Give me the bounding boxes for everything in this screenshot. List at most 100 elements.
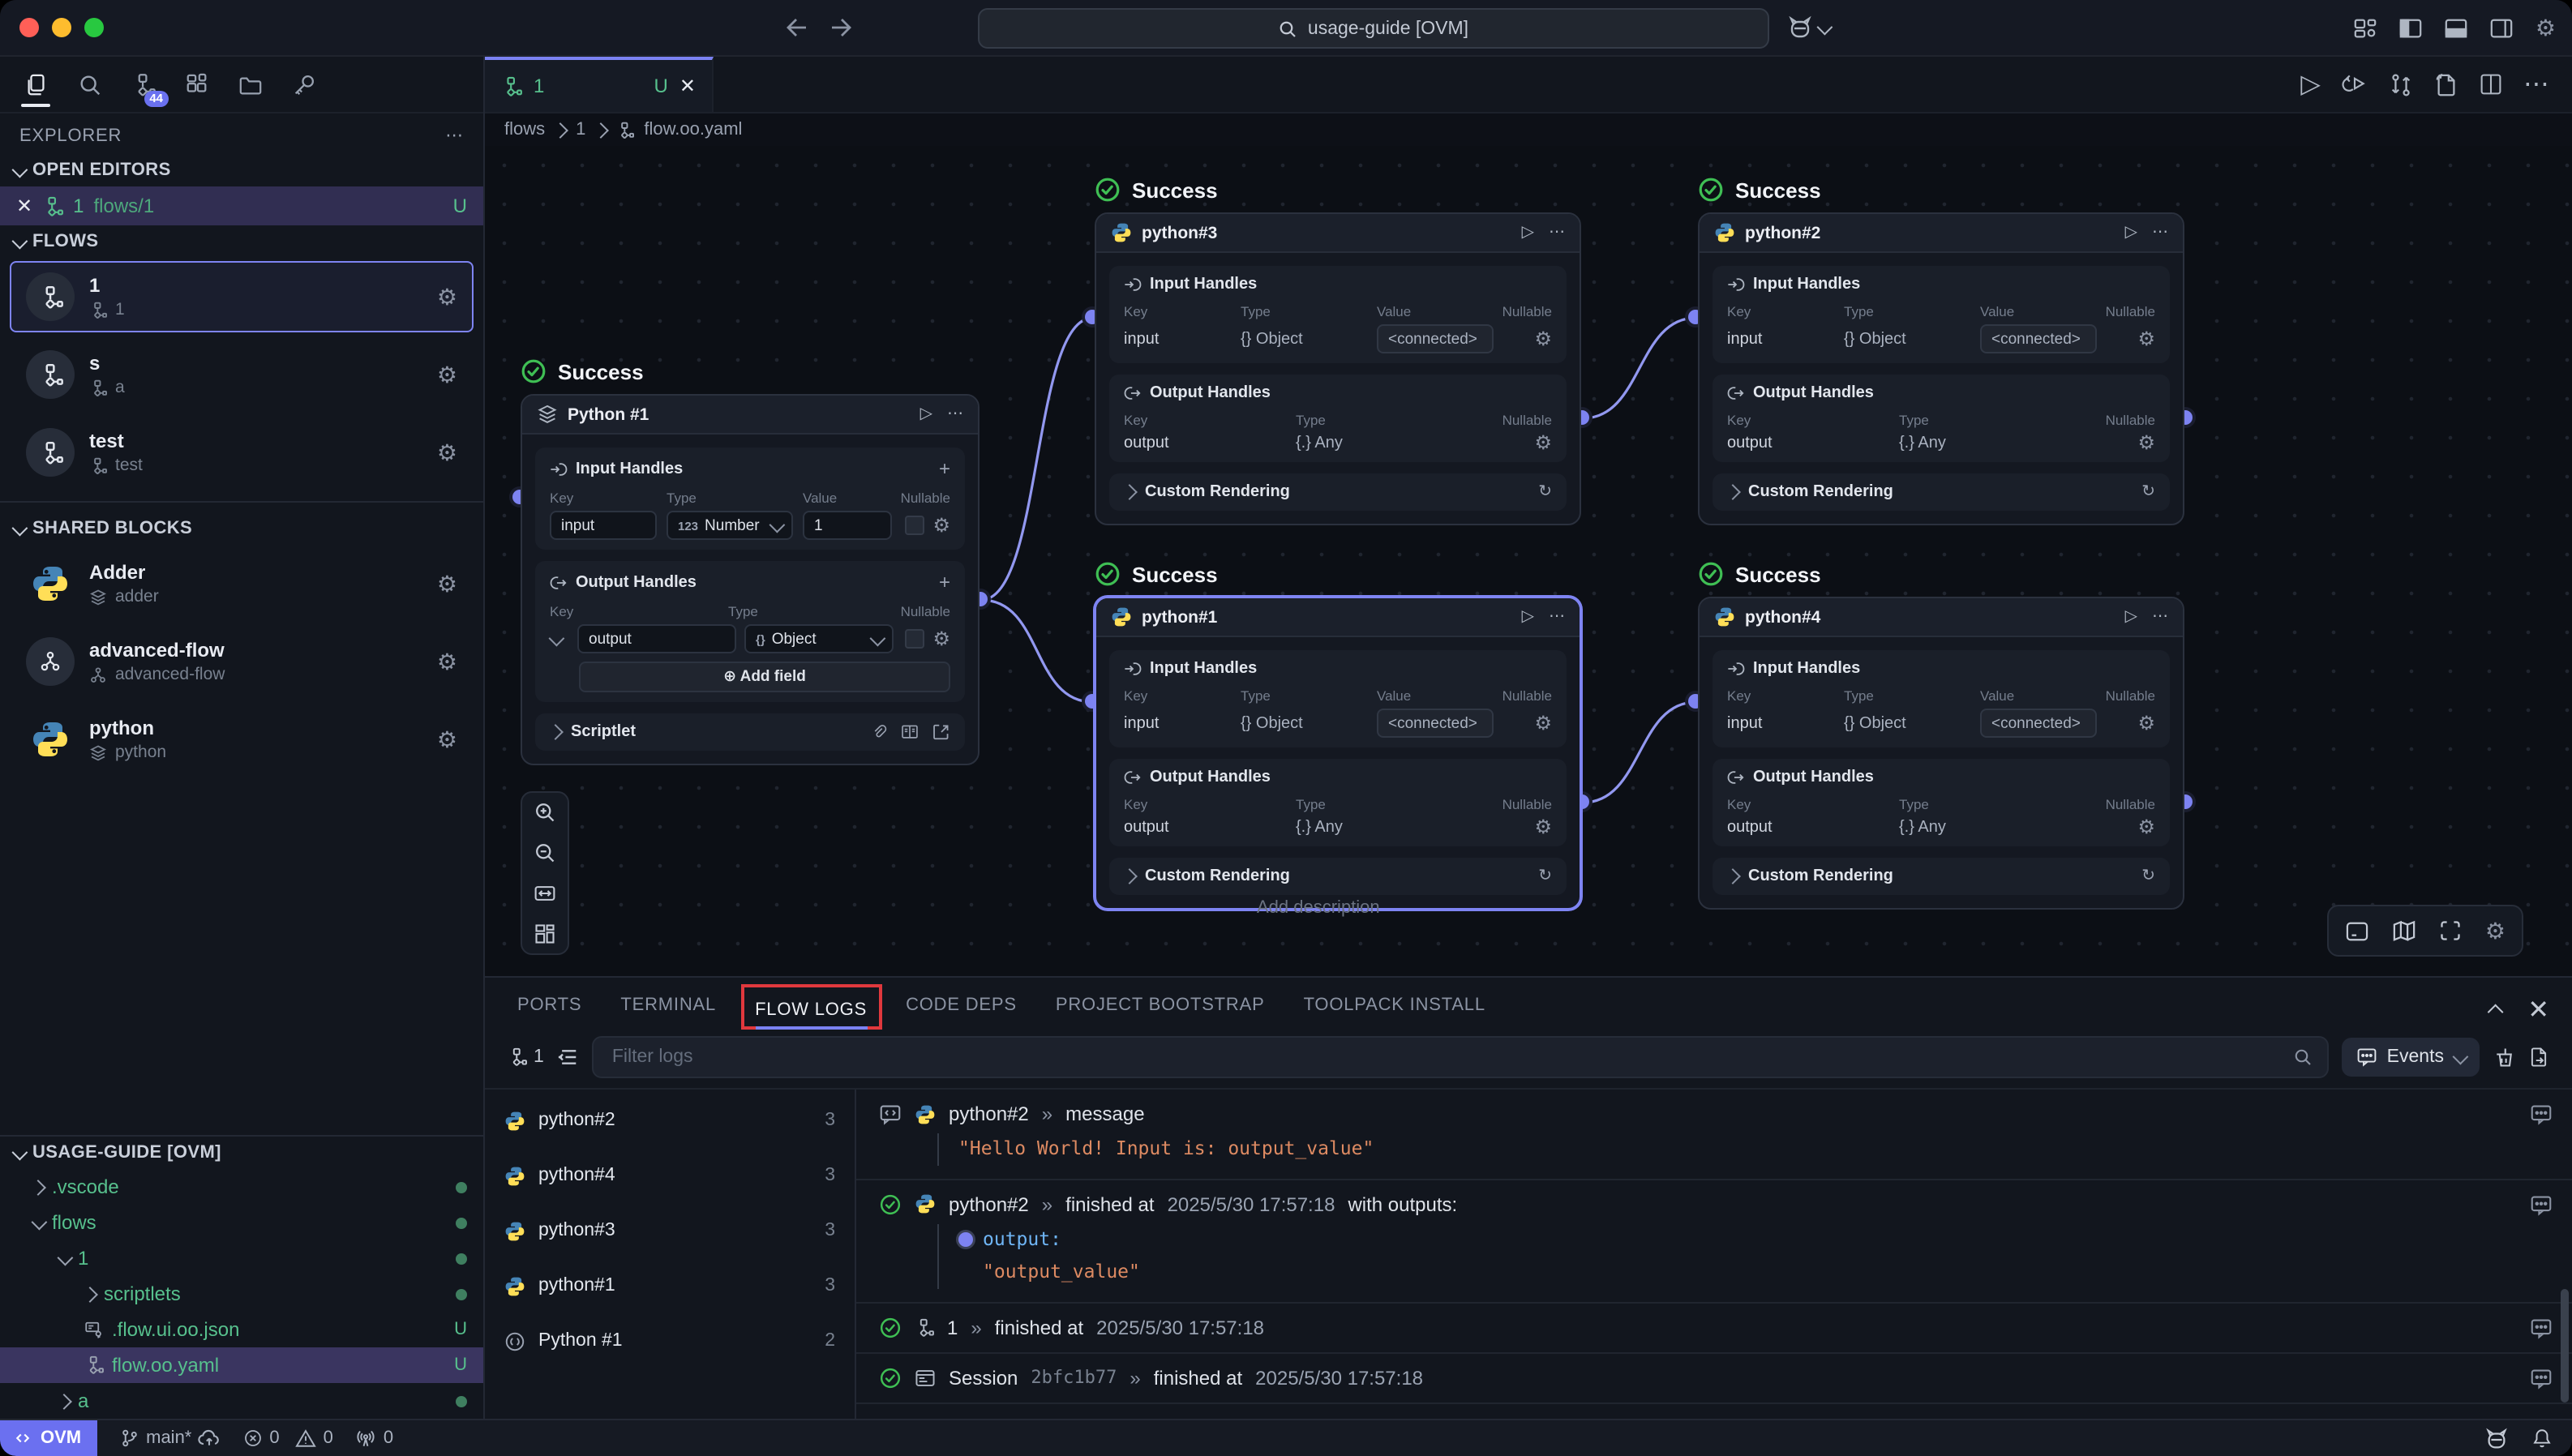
node-more-icon[interactable]: ⋯ [2152, 224, 2168, 242]
flow-item-test[interactable]: test test ⚙ [10, 417, 474, 488]
node-header[interactable]: python#4 ▷⋯ [1700, 598, 2183, 637]
folder-activity-icon[interactable] [230, 62, 269, 107]
node-more-icon[interactable]: ⋯ [947, 405, 963, 423]
output-key-field[interactable]: output [577, 624, 736, 653]
tree-item-1[interactable]: 1 [0, 1240, 483, 1276]
handle-settings-icon[interactable]: ⚙ [1534, 713, 1552, 733]
ports-status[interactable]: 0 [356, 1428, 393, 1448]
output-type-dropdown[interactable]: {}Object [744, 624, 894, 653]
tab-flow-logs[interactable]: FLOW LOGS [755, 1000, 867, 1030]
flows-activity-icon[interactable]: 44 [123, 62, 162, 107]
log-source-python4[interactable]: python#43 [485, 1148, 855, 1203]
flow-node-python2[interactable]: python#2 ▷⋯ Input Handles KeyTypeValueNu… [1698, 212, 2184, 525]
tab-toolpack-install[interactable]: TOOLPACK INSTALL [1304, 996, 1485, 1021]
comment-bubble-icon[interactable] [2530, 1368, 2553, 1389]
input-key-field[interactable]: input [550, 511, 657, 540]
copilot-menu[interactable] [1787, 15, 1829, 41]
tree-item-flow-ui-json[interactable]: .flow.ui.oo.jsonU [0, 1312, 483, 1347]
git-branch-status[interactable]: main* [120, 1428, 221, 1448]
custom-rendering-section[interactable]: Custom Rendering ↻ [1109, 858, 1567, 895]
breadcrumb-1[interactable]: 1 [576, 120, 585, 139]
breadcrumb-file[interactable]: flow.oo.yaml [644, 120, 742, 139]
events-dropdown[interactable]: Events [2342, 1038, 2480, 1077]
search-activity-icon[interactable] [70, 62, 109, 107]
close-panel-icon[interactable]: ✕ [2527, 994, 2549, 1026]
tree-item-flows[interactable]: flows [0, 1205, 483, 1240]
node-more-icon[interactable]: ⋯ [2152, 608, 2168, 626]
explorer-more-icon[interactable]: ⋯ [445, 125, 464, 146]
tree-item-a[interactable]: a [0, 1383, 483, 1419]
clear-logs-icon[interactable] [2493, 1046, 2515, 1068]
breadcrumb[interactable]: flows 1 flow.oo.yaml [485, 113, 2572, 146]
tree-item-vscode[interactable]: .vscode [0, 1169, 483, 1205]
auto-layout-icon[interactable] [534, 923, 556, 945]
comment-bubble-icon[interactable] [2530, 1194, 2553, 1215]
refresh-icon[interactable]: ↻ [2141, 867, 2155, 885]
flow-node-python1[interactable]: python#1 ▷⋯ Input Handles KeyTypeValueNu… [1095, 597, 1581, 910]
toggle-panel-icon[interactable] [2445, 15, 2469, 40]
add-input-handle-icon[interactable]: + [939, 457, 950, 480]
rerun-icon[interactable] [2342, 73, 2368, 96]
toggle-panel-icon[interactable] [2346, 920, 2370, 941]
refresh-icon[interactable]: ↻ [1538, 483, 1552, 501]
flow-settings-icon[interactable]: ⚙ [437, 285, 457, 308]
open-docs-icon[interactable] [900, 723, 919, 741]
add-description-link[interactable]: Add description [1257, 898, 1380, 918]
scriptlet-section[interactable]: Scriptlet [535, 713, 965, 751]
open-editors-header[interactable]: OPEN EDITORS [0, 154, 483, 186]
tab-close-icon[interactable]: ✕ [679, 75, 696, 97]
fullscreen-icon[interactable] [2440, 919, 2463, 942]
nullable-checkbox[interactable] [905, 516, 924, 535]
toggle-primary-sidebar-icon[interactable] [2399, 15, 2424, 40]
log-source-python1[interactable]: python#13 [485, 1258, 855, 1313]
extensions-activity-icon[interactable] [177, 62, 216, 107]
key-activity-icon[interactable] [284, 62, 323, 107]
input-value-field[interactable]: 1 [803, 511, 892, 540]
export-logs-icon[interactable] [2528, 1046, 2549, 1068]
handle-settings-icon[interactable]: ⚙ [1534, 433, 1552, 452]
log-source-python2[interactable]: python#23 [485, 1093, 855, 1148]
log-entry-message[interactable]: python#2»message "Hello World! Input is:… [856, 1090, 2572, 1180]
forward-icon[interactable] [830, 18, 853, 37]
block-settings-icon[interactable]: ⚙ [437, 728, 457, 751]
open-editor-item[interactable]: ✕ 1 flows/1 U [0, 186, 483, 225]
customize-layout-icon[interactable] [2354, 15, 2378, 40]
custom-rendering-section[interactable]: Custom Rendering ↻ [1713, 858, 2170, 895]
log-level-filter-icon[interactable] [557, 1047, 580, 1067]
attach-icon[interactable] [871, 723, 887, 741]
flow-canvas[interactable]: Success Python #1 ▷⋯ Input Handles+ [485, 146, 2572, 976]
flow-settings-icon[interactable]: ⚙ [437, 363, 457, 386]
bell-icon[interactable] [2531, 1427, 2553, 1450]
run-node-icon[interactable]: ▷ [1522, 608, 1534, 626]
log-source-scriptlet-python1[interactable]: Python #12 [485, 1313, 855, 1368]
input-type-dropdown[interactable]: 123Number [667, 511, 793, 540]
expand-output-icon[interactable] [549, 630, 565, 646]
tab-code-deps[interactable]: CODE DEPS [906, 996, 1017, 1021]
tree-item-flow-oo-yaml[interactable]: flow.oo.yamlU [0, 1347, 483, 1383]
handle-settings-icon[interactable]: ⚙ [1534, 329, 1552, 349]
explorer-activity-icon[interactable] [16, 62, 55, 107]
tree-item-scriptlets[interactable]: scriptlets [0, 1276, 483, 1312]
open-external-icon[interactable] [932, 723, 950, 741]
flows-section-header[interactable]: FLOWS [0, 225, 483, 258]
close-editor-icon[interactable]: ✕ [16, 195, 32, 217]
nullable-checkbox[interactable] [905, 629, 924, 649]
shared-block-python[interactable]: python python ⚙ [10, 704, 474, 775]
refresh-icon[interactable]: ↻ [2141, 483, 2155, 501]
canvas-settings-icon[interactable]: ⚙ [2485, 919, 2506, 942]
workspace-section-header[interactable]: USAGE-GUIDE [OVM] [0, 1137, 483, 1169]
handle-settings-icon[interactable]: ⚙ [932, 629, 950, 649]
log-scrollbar[interactable] [2561, 1289, 2569, 1402]
editor-more-icon[interactable]: ⋯ [2523, 68, 2549, 101]
node-header[interactable]: Python #1 ▷⋯ [522, 396, 978, 435]
flow-item-1[interactable]: 1 1 ⚙ [10, 261, 474, 332]
flow-scope-selector[interactable]: 1 [508, 1047, 544, 1067]
back-icon[interactable] [785, 18, 808, 37]
add-field-button[interactable]: ⊕ Add field [579, 662, 950, 692]
add-output-handle-icon[interactable]: + [939, 571, 950, 593]
shared-blocks-header[interactable]: SHARED BLOCKS [0, 512, 483, 545]
handle-settings-icon[interactable]: ⚙ [2137, 817, 2155, 837]
tab-terminal[interactable]: TERMINAL [620, 996, 716, 1021]
custom-rendering-section[interactable]: Custom Rendering ↻ [1713, 473, 2170, 511]
run-node-icon[interactable]: ▷ [1522, 224, 1534, 242]
